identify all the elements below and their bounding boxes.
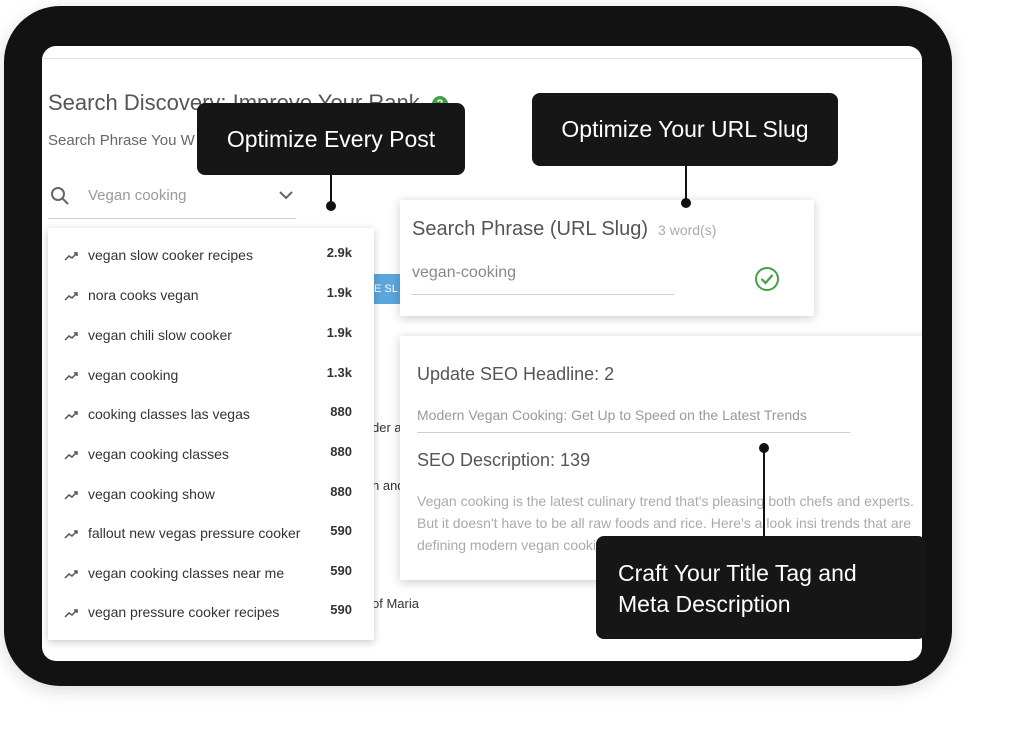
callout-pointer-line — [763, 448, 765, 536]
suggestion-item[interactable]: fallout new vegas pressure cooker 590 — [48, 513, 374, 553]
suggestion-item[interactable]: vegan cooking 1.3k — [48, 355, 374, 395]
search-field[interactable] — [48, 178, 296, 219]
callout-title-tag-line2: Meta Description — [618, 591, 791, 617]
suggestion-item[interactable]: vegan slow cooker recipes 2.9k — [48, 235, 374, 275]
background-text-fragment: der a — [372, 420, 402, 435]
url-slug-label: Search Phrase (URL Slug) 3 word(s) — [412, 218, 716, 241]
suggestion-volume: 1.9k — [326, 285, 352, 300]
search-icon — [50, 186, 70, 211]
suggestion-volume: 590 — [330, 563, 352, 578]
callout-pointer-line — [685, 166, 687, 202]
seo-headline-field[interactable] — [417, 402, 850, 433]
chevron-down-icon[interactable] — [278, 188, 294, 206]
suggestion-item[interactable]: cooking classes las vegas 880 — [48, 394, 374, 434]
seo-headline-input[interactable] — [417, 402, 850, 428]
search-input[interactable] — [86, 186, 260, 205]
callout-pointer-dot — [326, 201, 336, 211]
suggestion-term: nora cooks vegan — [88, 287, 199, 303]
background-text-fragment: of Maria — [372, 596, 419, 611]
suggestion-term: fallout new vegas pressure cooker — [88, 525, 301, 541]
suggestion-item[interactable]: vegan cooking classes 880 — [48, 434, 374, 474]
trending-icon — [64, 566, 78, 584]
suggestion-term: vegan chili slow cooker — [88, 327, 232, 343]
suggestion-volume: 880 — [330, 484, 352, 499]
suggestions-dropdown: vegan slow cooker recipes 2.9k nora cook… — [48, 228, 374, 640]
check-circle-icon — [754, 266, 780, 297]
callout-title-tag: Craft Your Title Tag and Meta Descriptio… — [596, 536, 926, 639]
callout-pointer-dot — [759, 443, 769, 453]
suggestion-term: cooking classes las vegas — [88, 406, 250, 422]
trending-icon — [64, 526, 78, 544]
suggestion-term: vegan cooking show — [88, 486, 215, 502]
trending-icon — [64, 605, 78, 623]
word-count: 3 word(s) — [658, 222, 717, 238]
callout-optimize-post: Optimize Every Post — [197, 103, 465, 175]
url-slug-label-text: Search Phrase (URL Slug) — [412, 218, 649, 240]
url-slug-input[interactable] — [412, 258, 674, 288]
trending-icon — [64, 328, 78, 346]
callout-title-tag-line1: Craft Your Title Tag and — [618, 560, 857, 586]
suggestion-volume: 880 — [330, 444, 352, 459]
suggestion-term: vegan cooking classes near me — [88, 565, 285, 581]
suggestion-term: vegan cooking — [88, 367, 179, 383]
suggestion-item[interactable]: nora cooks vegan 1.9k — [48, 275, 374, 315]
suggestion-volume: 2.9k — [326, 245, 352, 260]
url-slug-field[interactable] — [412, 258, 674, 295]
callout-optimize-slug: Optimize Your URL Slug — [532, 93, 838, 166]
suggestion-volume: 590 — [330, 602, 352, 617]
trending-icon — [64, 248, 78, 266]
trending-icon — [64, 487, 78, 505]
suggestion-volume: 590 — [330, 523, 352, 538]
suggestion-term: vegan slow cooker recipes — [88, 247, 253, 263]
suggestion-volume: 1.3k — [326, 365, 352, 380]
seo-description-label: SEO Description: 139 — [417, 450, 591, 470]
top-divider — [42, 58, 922, 59]
url-slug-card: Search Phrase (URL Slug) 3 word(s) — [400, 200, 814, 316]
callout-pointer-dot — [681, 198, 691, 208]
suggestion-item[interactable]: vegan cooking show 880 — [48, 474, 374, 514]
suggestion-item[interactable]: vegan pressure cooker recipes 590 — [48, 592, 374, 632]
trending-icon — [64, 288, 78, 306]
suggestion-item[interactable]: vegan cooking classes near me 590 — [48, 553, 374, 593]
trending-icon — [64, 407, 78, 425]
suggestion-term: vegan cooking classes — [88, 446, 229, 462]
trending-icon — [64, 368, 78, 386]
trending-icon — [64, 447, 78, 465]
seo-headline-label: Update SEO Headline: 2 — [417, 364, 615, 384]
suggestion-volume: 880 — [330, 404, 352, 419]
suggestion-item[interactable]: vegan chili slow cooker 1.9k — [48, 315, 374, 355]
search-phrase-label: Search Phrase You W — [48, 132, 195, 149]
suggestion-volume: 1.9k — [326, 325, 352, 340]
suggestion-term: vegan pressure cooker recipes — [88, 604, 280, 620]
